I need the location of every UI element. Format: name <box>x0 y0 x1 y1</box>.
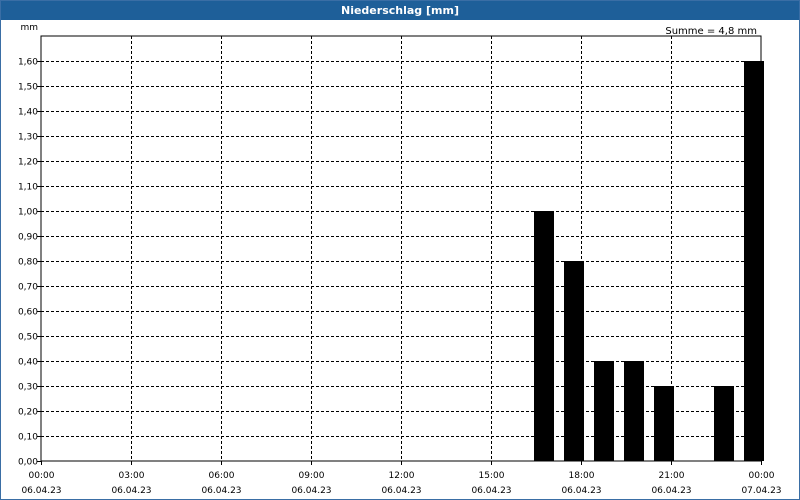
x-tick-date-label: 06.04.23 <box>201 486 241 496</box>
y-tick-label: 0,10 <box>18 433 38 443</box>
x-tick-time-label: 12:00 <box>389 471 415 481</box>
precipitation-bar <box>594 361 614 461</box>
y-tick-label: 0,60 <box>18 308 38 318</box>
y-tick-label: 0,40 <box>18 358 38 368</box>
x-tick-date-label: 06.04.23 <box>21 486 61 496</box>
x-tick-time-label: 00:00 <box>29 471 55 481</box>
precipitation-bar <box>714 386 734 461</box>
x-tick-time-label: 00:00 <box>749 471 775 481</box>
x-tick-time-label: 06:00 <box>209 471 235 481</box>
y-tick-label: 1,30 <box>18 133 38 143</box>
precipitation-bar <box>654 386 674 461</box>
y-tick-label: 0,00 <box>18 458 38 468</box>
x-tick-date-label: 06.04.23 <box>111 486 151 496</box>
x-tick-time-label: 03:00 <box>119 471 145 481</box>
precipitation-chart: 0,00 0,10 0,20 0,30 0,40 0,50 0,60 0,70 0,80 0,90… <box>18 23 782 496</box>
y-tick-label: 1,40 <box>18 108 38 118</box>
y-tick-label: 1,10 <box>18 183 38 193</box>
y-tick-label: 0,90 <box>18 233 38 243</box>
y-tick-label: 0,50 <box>18 333 38 343</box>
precipitation-bar <box>744 61 764 461</box>
x-tick-time-label: 21:00 <box>659 471 685 481</box>
y-tick-label: 0,30 <box>18 383 38 393</box>
chart-title: Niederschlag [mm] <box>1 1 799 20</box>
y-tick-label: 0,20 <box>18 408 38 418</box>
x-tick-time-label: 09:00 <box>299 471 325 481</box>
y-tick-label: 1,00 <box>18 208 38 218</box>
x-tick-date-label: 06.04.23 <box>651 486 691 496</box>
y-tick-label: 0,80 <box>18 258 38 268</box>
x-tick-time-label: 15:00 <box>479 471 505 481</box>
chart-window: Niederschlag [mm] Summe = 4,8 mm 0,00 0,1… <box>0 0 800 500</box>
precipitation-bar <box>624 361 644 461</box>
x-tick-date-label: 06.04.23 <box>471 486 511 496</box>
x-tick-date-label: 06.04.23 <box>291 486 331 496</box>
x-tick-date-label: 06.04.23 <box>561 486 601 496</box>
precipitation-bar <box>534 211 554 461</box>
x-tick-date-label: 06.04.23 <box>381 486 421 496</box>
y-tick-label: 0,70 <box>18 283 38 293</box>
precipitation-bar <box>564 261 584 461</box>
x-tick-time-label: 18:00 <box>569 471 595 481</box>
x-tick-date-label: 07.04.23 <box>741 486 781 496</box>
y-tick-label: 1,50 <box>18 83 38 93</box>
y-axis-label: mm <box>20 23 38 33</box>
y-tick-label: 1,20 <box>18 158 38 168</box>
y-tick-label: 1,60 <box>18 58 38 68</box>
